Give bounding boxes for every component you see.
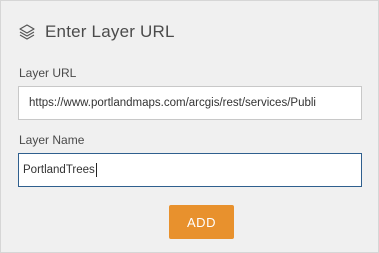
layer-name-value: PortlandTrees: [23, 164, 95, 176]
layer-url-value: https://www.portlandmaps.com/arcgis/rest…: [29, 97, 316, 109]
layer-name-input[interactable]: PortlandTrees: [18, 153, 362, 187]
panel-header: Enter Layer URL: [18, 19, 175, 45]
panel-title: Enter Layer URL: [45, 22, 175, 41]
layers-icon: [18, 23, 36, 41]
text-caret: [95, 163, 97, 177]
enter-layer-url-panel: Enter Layer URL Layer URL https://www.po…: [0, 0, 379, 253]
add-button[interactable]: ADD: [169, 205, 234, 239]
layer-name-label: Layer Name: [19, 133, 85, 147]
layer-url-label: Layer URL: [19, 66, 77, 80]
layer-url-input[interactable]: https://www.portlandmaps.com/arcgis/rest…: [18, 86, 362, 120]
